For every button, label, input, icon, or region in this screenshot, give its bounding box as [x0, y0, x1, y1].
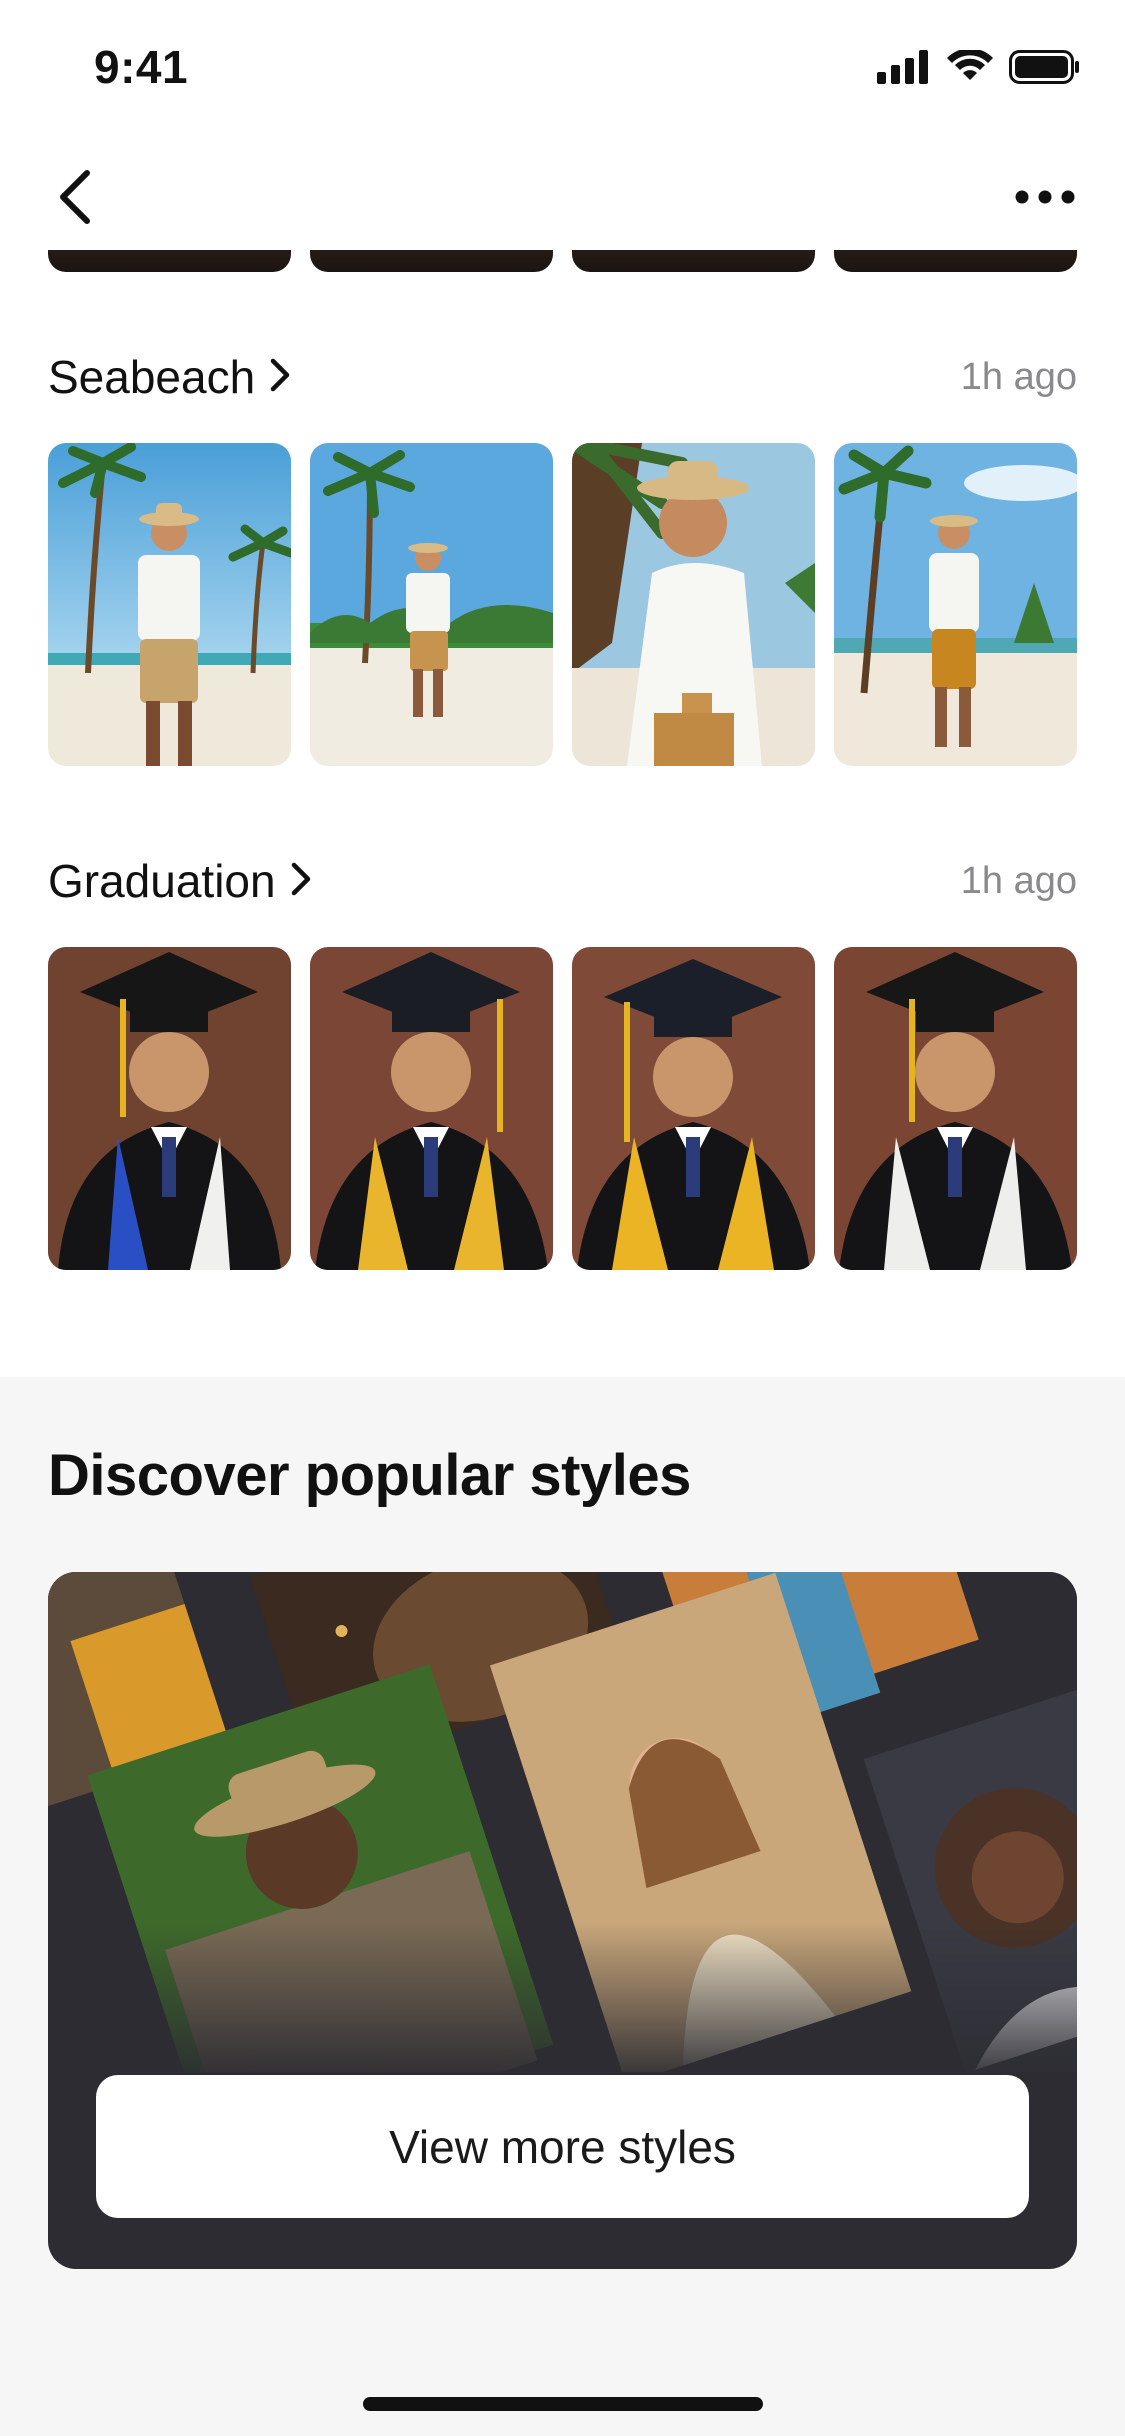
battery-icon — [1009, 50, 1081, 89]
section-header: Graduation 1h ago — [48, 844, 1077, 924]
view-more-styles-button[interactable]: View more styles — [96, 2075, 1029, 2218]
back-button[interactable] — [40, 164, 110, 234]
home-indicator[interactable] — [363, 2397, 763, 2411]
section-title: Seabeach — [48, 351, 256, 403]
status-bar: 9:41 — [0, 0, 1125, 132]
status-time: 9:41 — [94, 41, 189, 93]
more-options-button[interactable] — [1005, 164, 1085, 234]
graduation-title-link[interactable]: Graduation — [48, 854, 312, 908]
cellular-signal-icon — [877, 50, 931, 89]
section-header: Seabeach 1h ago — [48, 340, 1077, 420]
section-timestamp: 1h ago — [960, 356, 1077, 398]
app-screen: 9:41 Seabeach 1h ago Graduation 1h ago D… — [0, 0, 1125, 2436]
graduation-photo[interactable] — [310, 947, 553, 1270]
discover-title: Discover popular styles — [48, 1443, 691, 1508]
previous-photo[interactable] — [310, 250, 553, 272]
chevron-left-icon — [55, 169, 95, 230]
seabeach-title-link[interactable]: Seabeach — [48, 350, 291, 404]
graduation-photo[interactable] — [572, 947, 815, 1270]
previous-section-photos — [48, 250, 1077, 272]
graduation-photo-row — [48, 947, 1077, 1270]
previous-photo[interactable] — [572, 250, 815, 272]
nav-bar — [0, 150, 1125, 250]
wifi-icon — [947, 48, 993, 89]
status-icons — [877, 48, 1081, 89]
discover-styles-card[interactable]: View more styles — [48, 1572, 1077, 2269]
seabeach-photo[interactable] — [310, 443, 553, 766]
graduation-section: Graduation 1h ago — [48, 844, 1077, 1270]
chevron-right-icon — [269, 350, 291, 404]
previous-photo[interactable] — [834, 250, 1077, 272]
chevron-right-icon — [290, 854, 312, 908]
graduation-photo[interactable] — [48, 947, 291, 1270]
content-scroll-area[interactable]: Seabeach 1h ago Graduation 1h ago Discov… — [0, 250, 1125, 2436]
graduation-photo[interactable] — [834, 947, 1077, 1270]
seabeach-section: Seabeach 1h ago — [48, 340, 1077, 766]
section-timestamp: 1h ago — [960, 860, 1077, 902]
seabeach-photo[interactable] — [48, 443, 291, 766]
section-title: Graduation — [48, 855, 276, 907]
previous-photo[interactable] — [48, 250, 291, 272]
seabeach-photo-row — [48, 443, 1077, 766]
seabeach-photo[interactable] — [834, 443, 1077, 766]
ellipsis-icon — [1015, 190, 1075, 209]
seabeach-photo[interactable] — [572, 443, 815, 766]
styles-collage — [48, 1572, 1077, 2160]
